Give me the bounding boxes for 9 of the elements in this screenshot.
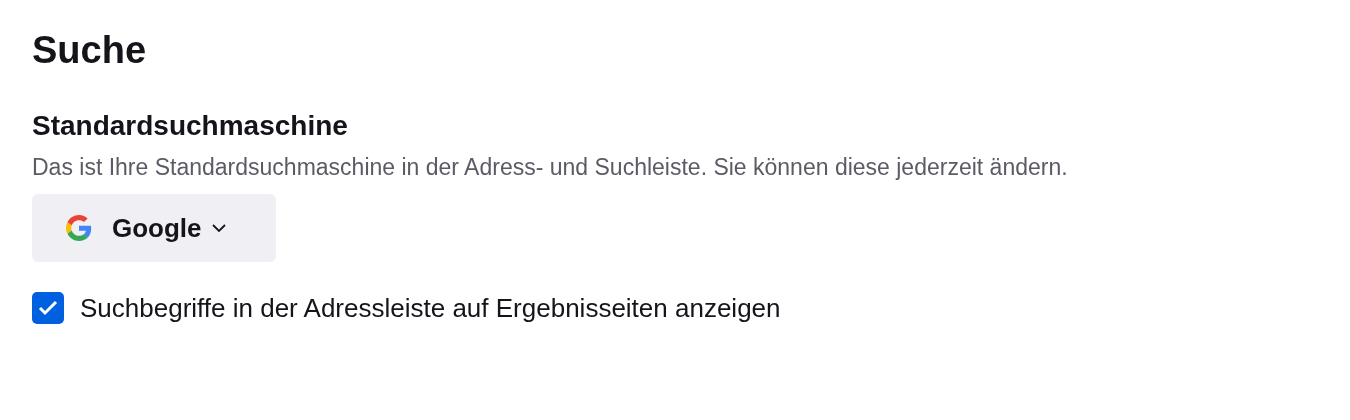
section-title: Suche [32,28,147,73]
search-engine-dropdown[interactable]: Google [32,194,276,262]
checkbox[interactable] [32,292,64,324]
google-icon [66,215,92,241]
checkmark-icon [38,300,58,316]
checkbox-label: Suchbegriffe in der Adressleiste auf Ergebnisseiten anzeigen [80,292,781,324]
chevron-down-icon [211,223,226,233]
section-heading: Standardsuchmaschine [32,109,348,143]
description-text: Das ist Ihre Standardsuchmaschine in der Adress- und Suchleiste. Sie können diese jederzeit ändern. [32,153,1069,182]
